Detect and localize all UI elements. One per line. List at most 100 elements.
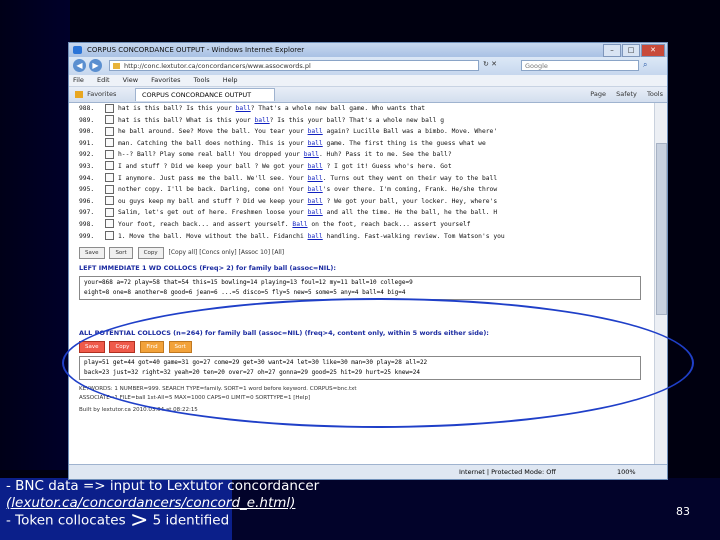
table-row: 989. hat is this ball? What is this your … bbox=[69, 115, 655, 127]
keyword-link[interactable]: Ball bbox=[292, 221, 307, 228]
favorites-label: Favorites bbox=[87, 90, 117, 98]
left-context: nother copy. I'll be back. Darling, come… bbox=[118, 186, 304, 194]
tab-label: CORPUS CONCORDANCE OUTPUT bbox=[142, 91, 252, 99]
caption-line-3: - Token collocates > 5 identified bbox=[6, 510, 319, 532]
keyword-link[interactable]: ball bbox=[308, 140, 323, 147]
right-context: ? That's a whole new ball game. Who want… bbox=[250, 105, 426, 112]
line-checkbox[interactable] bbox=[105, 207, 114, 217]
address-row: ◀ ▶ http://conc.lextutor.ca/concordancer… bbox=[69, 57, 667, 75]
search-input[interactable]: Google bbox=[521, 60, 639, 71]
table-row: 992. h--? Ball? Play some real ball! You … bbox=[69, 149, 655, 161]
slide: CORPUS CONCORDANCE OUTPUT - Windows Inte… bbox=[0, 0, 720, 540]
slide-decoration-left bbox=[0, 0, 70, 470]
table-row: 999. 1. Move the ball. Move without the b… bbox=[69, 231, 655, 243]
menu-view[interactable]: View bbox=[123, 76, 138, 84]
line-number: 998. bbox=[79, 220, 95, 228]
menu-file[interactable]: File bbox=[73, 76, 84, 84]
footer-line: ASSOCIATE=1 FILE=ball 1st-All=5 MAX=1000… bbox=[79, 395, 311, 402]
right-context: . Turns out they went on their way to th… bbox=[322, 174, 498, 182]
left-context: hat is this ball? What is this your bbox=[118, 116, 251, 124]
line-checkbox[interactable] bbox=[105, 149, 114, 159]
left-context: h--? Ball? Play some real ball! You drop… bbox=[118, 151, 300, 159]
footer-date: Built by lextutor.ca 2010.03.04 at 08:22… bbox=[79, 407, 198, 414]
close-button[interactable]: ✕ bbox=[641, 44, 665, 57]
immediate-collocs-line2: eight=8 one=8 another=8 good=6 jean=6 ..… bbox=[84, 289, 406, 297]
minimize-button[interactable]: – bbox=[603, 44, 621, 57]
address-bar[interactable]: http://conc.lextutor.ca/concordancers/ww… bbox=[109, 60, 479, 71]
line-checkbox[interactable] bbox=[105, 103, 114, 113]
menu-tools[interactable]: Tools bbox=[194, 76, 210, 84]
keyword-link[interactable]: ball bbox=[308, 186, 323, 193]
save-collocs-button[interactable]: Save bbox=[79, 340, 105, 353]
tab-concordance-output[interactable]: CORPUS CONCORDANCE OUTPUT bbox=[135, 88, 275, 101]
output-links[interactable]: [Copy all] [Concs only] [Assoc 10] [All] bbox=[169, 249, 285, 256]
forward-arrow-icon[interactable]: ▶ bbox=[89, 59, 102, 72]
line-checkbox[interactable] bbox=[105, 126, 114, 136]
safety-menu[interactable]: Safety bbox=[616, 90, 637, 98]
keyword-link[interactable]: ball bbox=[308, 175, 323, 182]
line-checkbox[interactable] bbox=[105, 196, 114, 206]
line-checkbox[interactable] bbox=[105, 231, 114, 241]
line-checkbox[interactable] bbox=[105, 219, 114, 229]
keyword-link[interactable]: ball bbox=[308, 233, 323, 240]
table-row: 993. I and stuff ? Did we keep your ball … bbox=[69, 161, 655, 173]
line-checkbox[interactable] bbox=[105, 184, 114, 194]
line-checkbox[interactable] bbox=[105, 138, 114, 148]
right-context: handling. Fast-walking review. Tom Watso… bbox=[322, 232, 505, 240]
keyword-link[interactable]: ball bbox=[236, 105, 251, 112]
greater-than-sign: > bbox=[129, 508, 149, 533]
favorites-button[interactable]: Favorites bbox=[75, 90, 116, 98]
page-number: 83 bbox=[676, 505, 690, 518]
right-context: ? Is this your ball? That's a whole new … bbox=[269, 116, 445, 124]
address-text: http://conc.lextutor.ca/concordancers/ww… bbox=[124, 62, 311, 70]
tools-menu[interactable]: Tools bbox=[647, 90, 663, 98]
keyword-link[interactable]: ball bbox=[308, 128, 323, 135]
right-context: and all the time. He the ball, he the ba… bbox=[322, 209, 498, 217]
sort-collocs-button[interactable]: Sort bbox=[168, 340, 192, 353]
copy-button[interactable]: Copy bbox=[137, 246, 164, 259]
find-collocs-button[interactable]: Find bbox=[140, 340, 164, 353]
line-checkbox[interactable] bbox=[105, 173, 114, 183]
line-number: 989. bbox=[79, 116, 95, 124]
menu-edit[interactable]: Edit bbox=[97, 76, 110, 84]
search-icon[interactable]: ⌕ bbox=[643, 60, 647, 70]
caption-line-2: (lexutor.ca/concordancers/concord_e.html… bbox=[6, 495, 319, 512]
concordancer-link[interactable]: (lexutor.ca/concordancers/concord_e.html… bbox=[6, 495, 295, 511]
immediate-collocs-title: LEFT IMMEDIATE 1 WD COLLOCS (Freq> 2) fo… bbox=[79, 264, 336, 273]
left-context: he ball around. See? Move the ball. You … bbox=[118, 128, 304, 136]
back-arrow-icon[interactable]: ◀ bbox=[73, 59, 86, 72]
keyword-link[interactable]: ball bbox=[308, 209, 323, 216]
keyword-link[interactable]: ball bbox=[304, 151, 319, 158]
table-row: 996. ou guys keep my ball and stuff ? Did… bbox=[69, 196, 655, 208]
slide-caption: - BNC data => input to Lextutor concorda… bbox=[6, 478, 319, 532]
concordance-lines: 988. hat is this ball? Is this your ball?… bbox=[69, 103, 655, 242]
copy-collocs-button[interactable]: Copy bbox=[109, 340, 136, 353]
keyword-link[interactable]: ball bbox=[254, 117, 269, 124]
scrollbar-thumb[interactable] bbox=[656, 143, 667, 315]
page-menu[interactable]: Page bbox=[590, 90, 606, 98]
right-context: . Huh? Pass it to me. See the ball? bbox=[318, 151, 452, 159]
left-context: Salim, let's get out of here. Freshmen l… bbox=[118, 209, 304, 217]
keyword-link[interactable]: ball bbox=[308, 163, 323, 170]
potential-collocs-title: ALL POTENTIAL COLLOCS (n=264) for family… bbox=[79, 329, 489, 338]
menu-help[interactable]: Help bbox=[223, 76, 238, 84]
vertical-scrollbar[interactable] bbox=[654, 103, 667, 465]
menu-favorites[interactable]: Favorites bbox=[151, 76, 180, 84]
line-checkbox[interactable] bbox=[105, 115, 114, 125]
left-context: hat is this ball? Is this your bbox=[118, 105, 232, 112]
refresh-stop-icons[interactable]: ↻ ✕ bbox=[483, 60, 497, 68]
keyword-link[interactable]: ball bbox=[308, 198, 323, 205]
left-context: ou guys keep my ball and stuff ? Did we … bbox=[118, 197, 304, 205]
window-controls: – □ ✕ bbox=[603, 44, 665, 57]
line-checkbox[interactable] bbox=[105, 161, 114, 171]
maximize-button[interactable]: □ bbox=[622, 44, 640, 57]
sort-button[interactable]: Sort bbox=[109, 246, 133, 259]
zoom-level[interactable]: 100% bbox=[617, 465, 636, 479]
line-number: 997. bbox=[79, 209, 95, 217]
save-button[interactable]: Save bbox=[79, 246, 105, 259]
table-row: 991. man. Catching the ball does nothing.… bbox=[69, 138, 655, 150]
left-context: I anymore. Just pass me the ball. We'll … bbox=[118, 174, 304, 182]
browser-window: CORPUS CONCORDANCE OUTPUT - Windows Inte… bbox=[68, 42, 668, 480]
immediate-collocs-header: LEFT IMMEDIATE 1 WD COLLOCS (Freq> 2) fo… bbox=[69, 263, 655, 274]
security-zone: Internet | Protected Mode: Off bbox=[459, 468, 556, 476]
